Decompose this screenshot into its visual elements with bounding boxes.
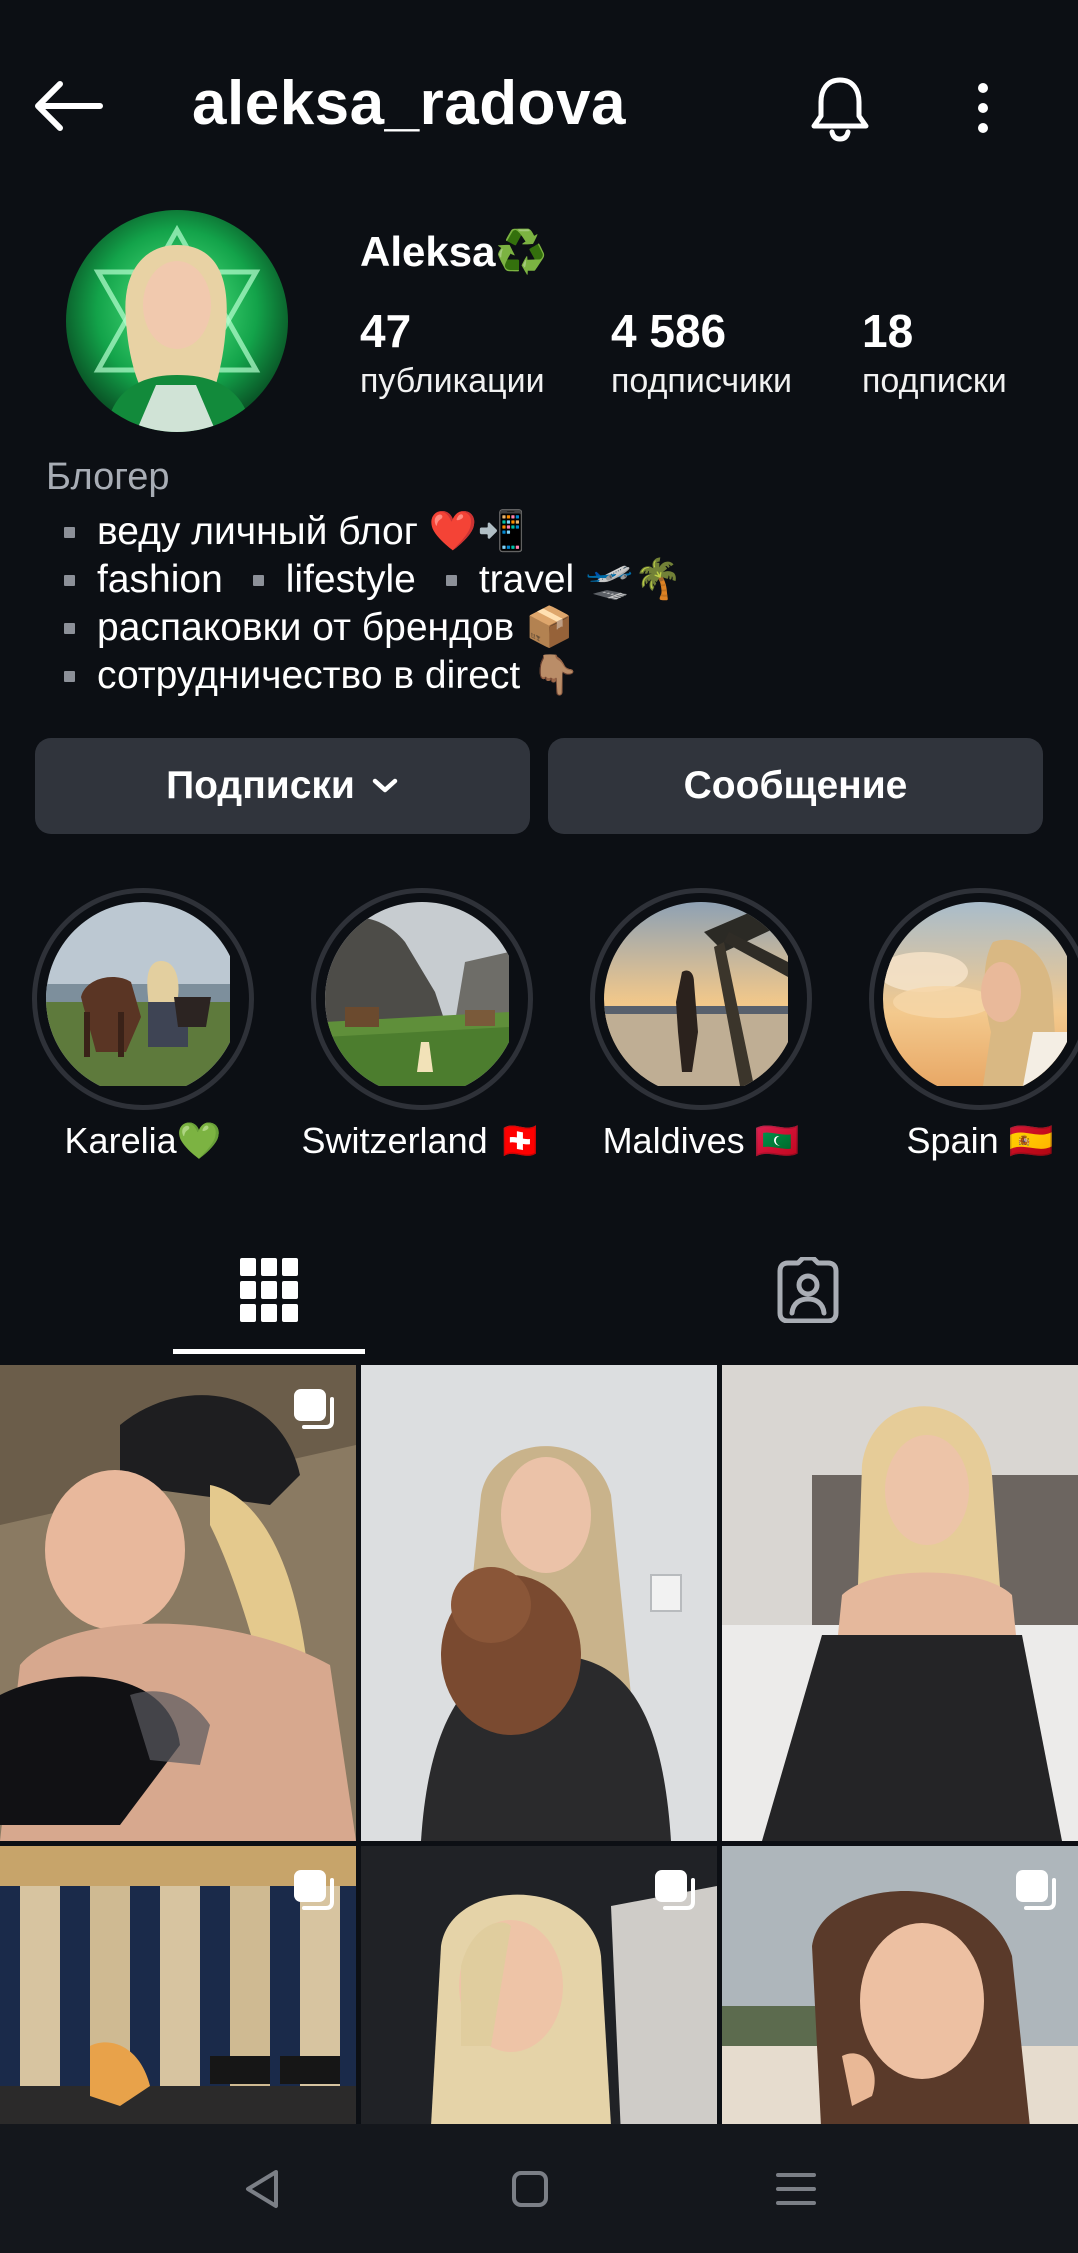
multi-post-icon [1016, 1870, 1056, 1910]
bio-text: fashion [97, 558, 223, 601]
following-count: 18 [862, 305, 914, 357]
active-tab-indicator [173, 1349, 365, 1354]
triangle-back-icon [246, 2170, 278, 2208]
highlight-label: Maldives 🇲🇻 [602, 1120, 800, 1161]
stat-following[interactable]: 18 подписки [862, 302, 1007, 401]
nav-recents-button[interactable] [756, 2154, 836, 2224]
highlight-cover [604, 902, 798, 1096]
profile-screen: aleksa_radova Aleksa♻️ 47 публикации 4 5… [0, 0, 1078, 2253]
bell-icon [811, 77, 869, 142]
more-vertical-icon [978, 83, 988, 133]
chevron-down-icon [372, 778, 398, 793]
tagged-person-icon [777, 1257, 839, 1323]
bullet-icon [64, 622, 75, 634]
post-thumbnail[interactable] [361, 1365, 717, 1841]
more-options-button[interactable] [950, 68, 1016, 148]
arrow-left-icon [35, 81, 103, 131]
nav-back-button[interactable] [222, 2154, 302, 2224]
highlight-item[interactable]: Spain 🇪🇸 [869, 888, 1078, 1161]
followers-count: 4 586 [611, 305, 727, 357]
following-button-label: Подписки [166, 764, 355, 807]
following-label: подписки [862, 362, 1007, 400]
bio-line: fashion lifestyle travel 🛫🌴 [64, 556, 682, 604]
highlight-cover [325, 902, 519, 1096]
bio-text: travel 🛫🌴 [478, 558, 683, 601]
highlight-item[interactable]: Switzerland 🇨🇭 [302, 888, 542, 1161]
posts-count: 47 [360, 305, 412, 357]
bullet-icon [64, 670, 75, 682]
bio-line: сотрудничество в direct 👇🏽 [64, 652, 682, 700]
stat-followers[interactable]: 4 586 подписчики [611, 302, 792, 401]
highlight-label: Switzerland 🇨🇭 [301, 1120, 543, 1161]
bullet-icon [252, 574, 264, 586]
grid-icon [240, 1258, 298, 1322]
highlight-cover [883, 902, 1077, 1096]
bio-text: сотрудничество в direct 👇🏽 [97, 654, 580, 697]
following-button[interactable]: Подписки [35, 738, 530, 834]
avatar[interactable] [66, 210, 288, 432]
tab-tagged[interactable] [712, 1230, 904, 1350]
stat-posts[interactable]: 47 публикации [360, 302, 545, 401]
followers-label: подписчики [611, 362, 793, 400]
highlight-label: Spain 🇪🇸 [906, 1120, 1054, 1161]
post-thumbnail[interactable] [722, 1365, 1078, 1841]
profile-category: Блогер [46, 456, 170, 498]
highlight-item[interactable]: Maldives 🇲🇻 [590, 888, 812, 1161]
menu-lines-icon [776, 2173, 816, 2205]
message-button[interactable]: Сообщение [548, 738, 1043, 834]
square-home-icon [512, 2171, 548, 2207]
bullet-icon [64, 574, 75, 586]
message-button-label: Сообщение [683, 764, 908, 807]
bio-line: веду личный блог ❤️📲 [64, 508, 682, 556]
multi-post-icon [294, 1870, 334, 1910]
multi-post-icon [655, 1870, 695, 1910]
posts-label: публикации [360, 362, 545, 400]
bio-line: распаковки от брендов 📦 [64, 604, 682, 652]
multi-post-icon [294, 1389, 334, 1429]
bullet-icon [445, 574, 457, 586]
post-thumbnail[interactable] [0, 1365, 356, 1841]
back-button[interactable] [28, 66, 108, 146]
bio: веду личный блог ❤️📲 fashion lifestyle t… [64, 508, 682, 700]
nav-home-button[interactable] [490, 2154, 570, 2224]
bio-text: веду личный блог ❤️📲 [97, 510, 526, 553]
tab-posts-grid[interactable] [173, 1230, 365, 1350]
highlight-label: Karelia💚 [64, 1120, 222, 1161]
highlight-cover [46, 902, 240, 1096]
display-name: Aleksa♻️ [360, 228, 548, 275]
system-nav-bar [0, 2124, 1078, 2253]
bullet-icon [64, 526, 75, 538]
bio-text: lifestyle [285, 558, 416, 601]
top-bar: aleksa_radova [0, 0, 1078, 200]
page-title: aleksa_radova [192, 69, 626, 138]
highlight-item[interactable]: Karelia💚 [32, 888, 254, 1161]
bio-text: распаковки от брендов 📦 [97, 606, 574, 649]
notifications-button[interactable] [800, 68, 880, 148]
